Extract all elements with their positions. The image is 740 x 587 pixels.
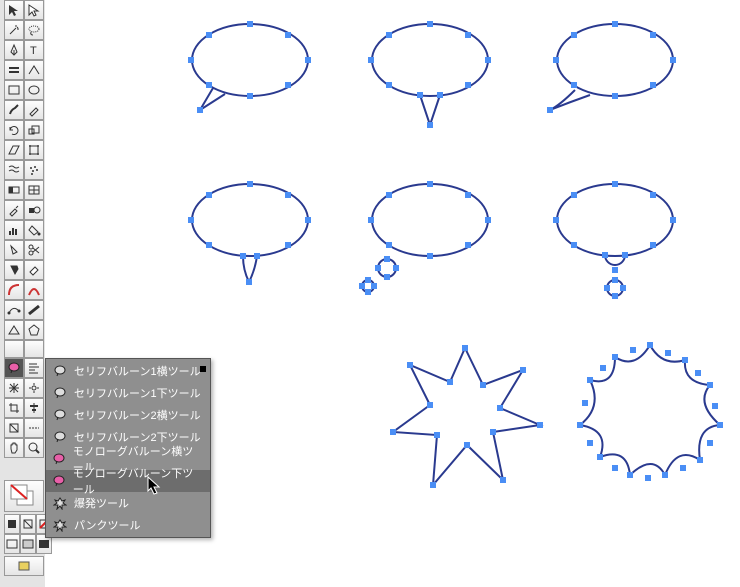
balloon-serif1-down[interactable] [355, 10, 505, 140]
flyout-item-label: セリフバルーン1下ツール [74, 385, 201, 401]
tool-appbutton[interactable] [4, 556, 44, 576]
tool-circle-rays[interactable] [24, 378, 44, 398]
tool-type[interactable]: T [24, 40, 44, 60]
tool-pencil[interactable] [24, 100, 44, 120]
balloon-icon [52, 407, 68, 423]
balloon-icon [52, 385, 68, 401]
balloon-tool-flyout: セリフバルーン1横ツールセリフバルーン1下ツールセリフバルーン2横ツールセリフバ… [45, 358, 211, 538]
flyout-item-label: 爆発ツール [74, 495, 129, 511]
tool-sunburst[interactable] [4, 378, 24, 398]
tool-rotate[interactable] [4, 120, 24, 140]
balloon-icon [52, 429, 68, 445]
color-mode-gradient[interactable] [20, 514, 36, 534]
tool-hand[interactable] [4, 438, 24, 458]
svg-text:T: T [30, 45, 37, 57]
tool-selection[interactable] [4, 0, 24, 20]
tool-shear[interactable] [4, 140, 24, 160]
balloon-monologue-down[interactable] [535, 170, 695, 320]
tool-ellipse[interactable] [24, 80, 44, 100]
color-swatch[interactable] [4, 480, 44, 512]
tool-graph[interactable] [4, 220, 24, 240]
tool-wand[interactable] [4, 20, 24, 40]
color-mode-solid[interactable] [4, 514, 20, 534]
flyout-item-7[interactable]: パンクツール [46, 514, 210, 536]
balloon-serif2-down[interactable] [175, 170, 325, 300]
balloon-explosion[interactable] [375, 330, 555, 500]
punk-icon [52, 517, 68, 533]
tool-divider [4, 340, 24, 358]
tool-zoom[interactable] [24, 438, 44, 458]
balloon-punk[interactable] [555, 325, 740, 500]
tool-blend[interactable] [24, 200, 44, 220]
tool-scissors[interactable] [24, 240, 44, 260]
tool-slice[interactable] [4, 240, 24, 260]
tool-grid[interactable] [4, 160, 24, 180]
screen-normal[interactable] [4, 534, 20, 554]
tool-group3a[interactable] [4, 60, 24, 80]
tool-sprayer[interactable] [24, 160, 44, 180]
balloon-icon [52, 363, 68, 379]
tool-curve2[interactable] [4, 300, 24, 320]
flyout-item-2[interactable]: セリフバルーン2横ツール [46, 404, 210, 426]
balloon-icon [52, 451, 67, 467]
tool-eyedrop[interactable] [4, 200, 24, 220]
flyout-item-label: セリフバルーン1横ツール [74, 363, 201, 379]
tool-speedlines[interactable] [24, 358, 44, 378]
tool-brush[interactable] [4, 100, 24, 120]
flyout-item-label: セリフバルーン2横ツール [74, 407, 201, 423]
tool-arc[interactable] [4, 280, 24, 300]
flyout-item-label: パンクツール [74, 517, 141, 533]
flyout-item-1[interactable]: セリフバルーン1下ツール [46, 382, 210, 404]
tool-free-transform[interactable] [24, 140, 44, 160]
tool-crop[interactable] [4, 398, 24, 418]
tool-line-thick[interactable] [24, 300, 44, 320]
tool-triangle[interactable] [4, 320, 24, 340]
balloon-serif1-side[interactable] [175, 10, 325, 130]
tool-group3b[interactable] [24, 60, 44, 80]
toolbar: T [0, 0, 45, 580]
tool-mesh[interactable] [24, 180, 44, 200]
tool-pen[interactable] [4, 40, 24, 60]
flyout-item-5[interactable]: モノローグバルーン下ツール [46, 470, 210, 492]
tool-scale[interactable] [24, 120, 44, 140]
flyout-current-marker [200, 366, 206, 372]
balloon-serif2-side[interactable] [535, 10, 695, 130]
tool-polygon[interactable] [24, 320, 44, 340]
screen-full-menu[interactable] [20, 534, 36, 554]
tool-eraser[interactable] [24, 260, 44, 280]
tool-star[interactable] [4, 260, 24, 280]
balloon-icon [52, 473, 67, 489]
tool-align[interactable] [24, 398, 44, 418]
explosion-icon [52, 495, 68, 511]
flyout-item-6[interactable]: 爆発ツール [46, 492, 210, 514]
tool-bucket[interactable] [24, 220, 44, 240]
tool-lasso[interactable] [24, 20, 44, 40]
tool-transform2[interactable] [4, 418, 24, 438]
flyout-item-0[interactable]: セリフバルーン1横ツール [46, 360, 210, 382]
tool-direct-select[interactable] [24, 0, 44, 20]
tool-gradient[interactable] [4, 180, 24, 200]
tool-rect[interactable] [4, 80, 24, 100]
tool-balloon[interactable] [4, 358, 24, 378]
tool-divider2 [24, 340, 44, 358]
tool-dashline[interactable] [24, 418, 44, 438]
balloon-monologue-side[interactable] [335, 170, 505, 310]
tool-arc2[interactable] [24, 280, 44, 300]
